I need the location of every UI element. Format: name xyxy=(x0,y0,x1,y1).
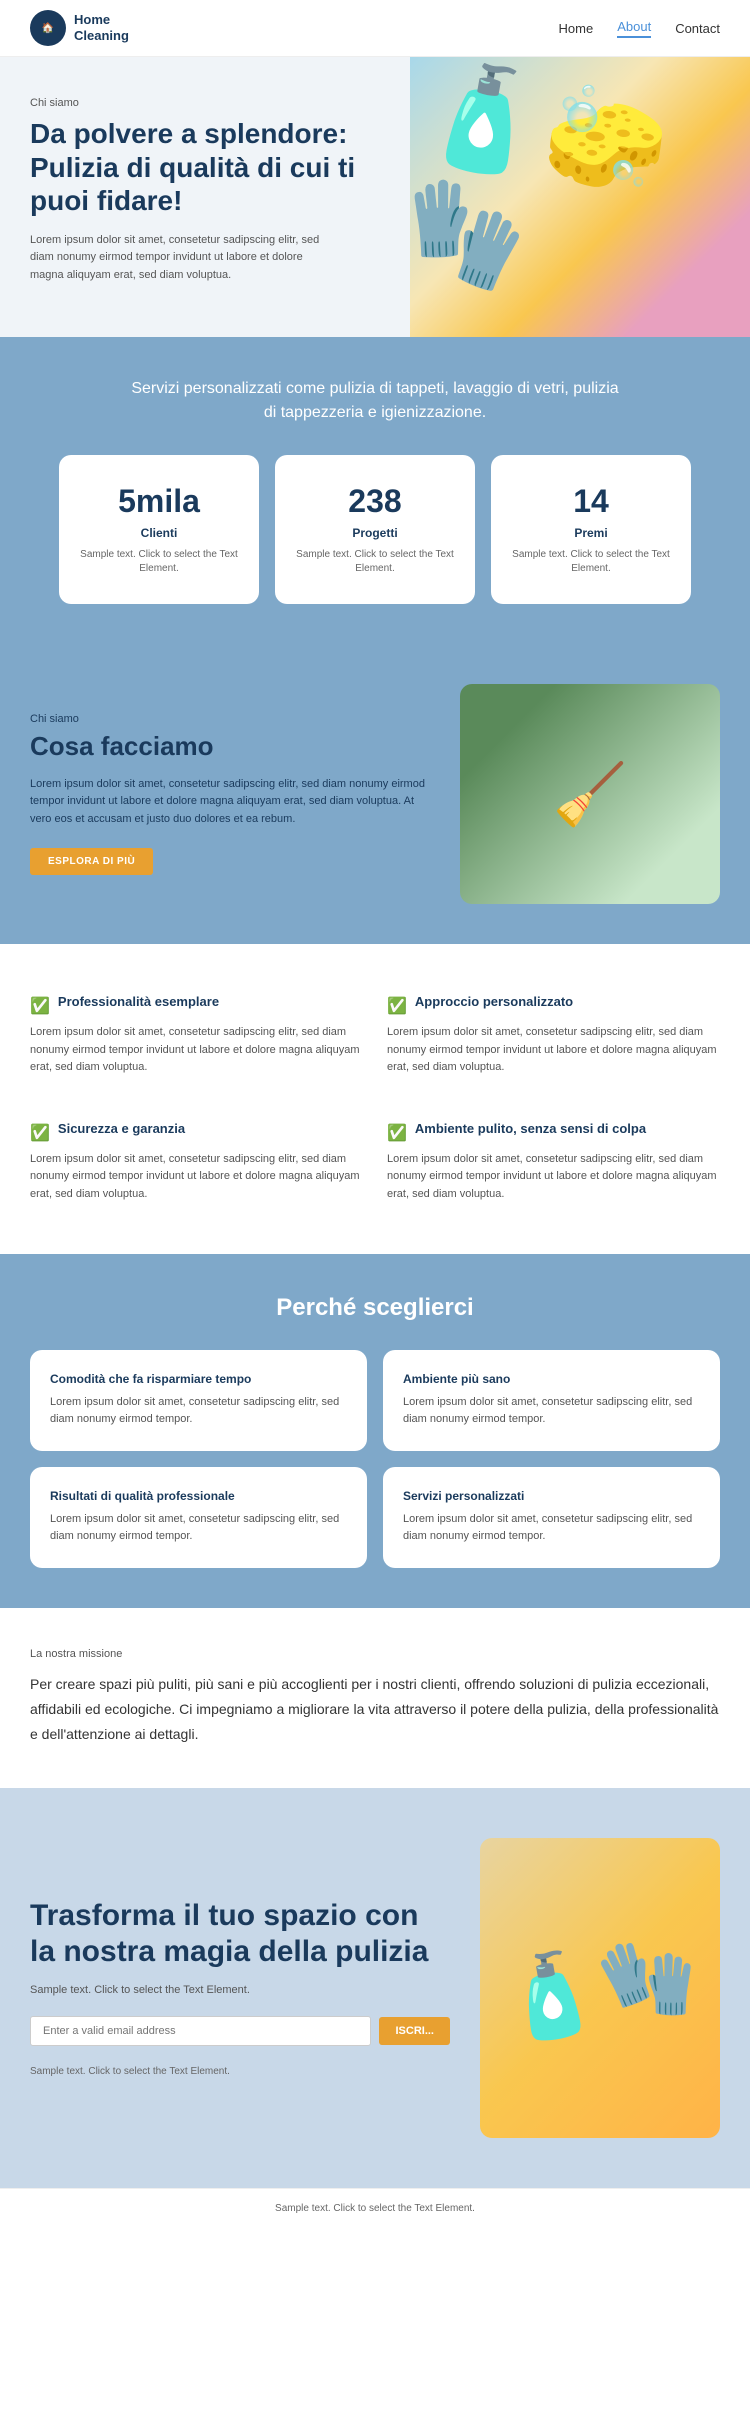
why-card-title-0: Comodità che fa risparmiare tempo xyxy=(50,1372,347,1386)
stat-card-clienti: 5mila Clienti Sample text. Click to sele… xyxy=(59,455,259,604)
logo-initials: 🏠 xyxy=(42,23,54,34)
feature-item-3: ✅ Ambiente pulito, senza sensi di colpa … xyxy=(387,1111,720,1214)
feature-desc-2: Lorem ipsum dolor sit amet, consetetur s… xyxy=(30,1151,363,1204)
check-icon-3: ✅ xyxy=(387,1123,407,1143)
mission-section: La nostra missione Per creare spazi più … xyxy=(0,1608,750,1788)
why-grid: Comodità che fa risparmiare tempo Lorem … xyxy=(30,1350,720,1568)
stat-desc-clienti: Sample text. Click to select the Text El… xyxy=(79,548,239,576)
cta-form: ISCRI... xyxy=(30,2016,450,2046)
why-card-desc-2: Lorem ipsum dolor sit amet, consetetur s… xyxy=(50,1511,347,1546)
stat-number-clienti: 5mila xyxy=(79,483,239,520)
check-icon-0: ✅ xyxy=(30,996,50,1016)
why-card-1: Ambiente più sano Lorem ipsum dolor sit … xyxy=(383,1350,720,1451)
stat-desc-premi: Sample text. Click to select the Text El… xyxy=(511,548,671,576)
hero-chi-siamo: Chi siamo xyxy=(30,97,380,109)
cta-footer-text: Sample text. Click to select the Text El… xyxy=(30,2066,450,2077)
why-section: Perché sceglierci Comodità che fa rispar… xyxy=(0,1254,750,1608)
feature-title-3: Ambiente pulito, senza sensi di colpa xyxy=(415,1121,646,1138)
cta-section: Trasforma il tuo spazio con la nostra ma… xyxy=(0,1788,750,2188)
stat-label-progetti: Progetti xyxy=(295,526,455,540)
why-card-desc-1: Lorem ipsum dolor sit amet, consetetur s… xyxy=(403,1394,700,1429)
cta-desc: Sample text. Click to select the Text El… xyxy=(30,1984,450,1996)
feature-header-3: ✅ Ambiente pulito, senza sensi di colpa xyxy=(387,1121,720,1143)
hero-description: Lorem ipsum dolor sit amet, consetetur s… xyxy=(30,232,330,285)
cta-image: 🧴🧤 xyxy=(480,1838,720,2138)
mission-text: Per creare spazi più puliti, più sani e … xyxy=(30,1672,720,1748)
feature-title-2: Sicurezza e garanzia xyxy=(58,1121,185,1138)
mission-label: La nostra missione xyxy=(30,1648,720,1660)
what-we-do-section: Chi siamo Cosa facciamo Lorem ipsum dolo… xyxy=(0,644,750,944)
stats-cards: 5mila Clienti Sample text. Click to sele… xyxy=(30,455,720,604)
stat-card-progetti: 238 Progetti Sample text. Click to selec… xyxy=(275,455,475,604)
feature-header-0: ✅ Professionalità esemplare xyxy=(30,994,363,1016)
feature-desc-1: Lorem ipsum dolor sit amet, consetetur s… xyxy=(387,1024,720,1077)
hero-section: Chi siamo Da polvere a splendore: Pulizi… xyxy=(0,57,750,337)
feature-header-2: ✅ Sicurezza e garanzia xyxy=(30,1121,363,1143)
why-card-title-2: Risultati di qualità professionale xyxy=(50,1489,347,1503)
cta-subscribe-button[interactable]: ISCRI... xyxy=(379,2017,450,2045)
why-card-0: Comodità che fa risparmiare tempo Lorem … xyxy=(30,1350,367,1451)
explore-button[interactable]: ESPLORA DI PIÙ xyxy=(30,848,153,875)
hero-content: Chi siamo Da polvere a splendore: Pulizi… xyxy=(0,57,410,337)
hero-image-placeholder: 🧴🧽🧤 xyxy=(410,57,750,337)
check-icon-2: ✅ xyxy=(30,1123,50,1143)
features-section: ✅ Professionalità esemplare Lorem ipsum … xyxy=(0,944,750,1254)
what-content: Chi siamo Cosa facciamo Lorem ipsum dolo… xyxy=(30,713,430,876)
stat-card-premi: 14 Premi Sample text. Click to select th… xyxy=(491,455,691,604)
why-card-title-1: Ambiente più sano xyxy=(403,1372,700,1386)
stats-subtitle: Servizi personalizzati come pulizia di t… xyxy=(125,377,625,425)
stat-label-clienti: Clienti xyxy=(79,526,239,540)
why-title: Perché sceglierci xyxy=(30,1294,720,1322)
logo-icon: 🏠 xyxy=(30,10,66,46)
why-card-2: Risultati di qualità professionale Lorem… xyxy=(30,1467,367,1568)
footer-text: Sample text. Click to select the Text El… xyxy=(30,2203,720,2214)
why-card-desc-0: Lorem ipsum dolor sit amet, consetetur s… xyxy=(50,1394,347,1429)
why-card-desc-3: Lorem ipsum dolor sit amet, consetetur s… xyxy=(403,1511,700,1546)
check-icon-1: ✅ xyxy=(387,996,407,1016)
stat-label-premi: Premi xyxy=(511,526,671,540)
feature-title-1: Approccio personalizzato xyxy=(415,994,573,1011)
nav-link-contact[interactable]: Contact xyxy=(675,21,720,36)
nav-link-about[interactable]: About xyxy=(617,19,651,38)
stat-number-premi: 14 xyxy=(511,483,671,520)
nav-link-home[interactable]: Home xyxy=(559,21,594,36)
feature-item-1: ✅ Approccio personalizzato Lorem ipsum d… xyxy=(387,984,720,1087)
cta-content: Trasforma il tuo spazio con la nostra ma… xyxy=(30,1898,450,2077)
what-chi-label: Chi siamo xyxy=(30,713,430,725)
why-card-title-3: Servizi personalizzati xyxy=(403,1489,700,1503)
what-image: 🧹 xyxy=(460,684,720,904)
logo-text: Home Cleaning xyxy=(74,12,129,43)
feature-header-1: ✅ Approccio personalizzato xyxy=(387,994,720,1016)
what-title: Cosa facciamo xyxy=(30,731,430,762)
feature-title-0: Professionalità esemplare xyxy=(58,994,219,1011)
nav-links: Home About Contact xyxy=(559,19,720,38)
stats-section: Servizi personalizzati come pulizia di t… xyxy=(0,337,750,644)
hero-title: Da polvere a splendore: Pulizia di quali… xyxy=(30,117,380,218)
features-grid: ✅ Professionalità esemplare Lorem ipsum … xyxy=(30,984,720,1214)
feature-desc-0: Lorem ipsum dolor sit amet, consetetur s… xyxy=(30,1024,363,1077)
feature-item-0: ✅ Professionalità esemplare Lorem ipsum … xyxy=(30,984,363,1087)
navbar: 🏠 Home Cleaning Home About Contact xyxy=(0,0,750,57)
why-card-3: Servizi personalizzati Lorem ipsum dolor… xyxy=(383,1467,720,1568)
footer: Sample text. Click to select the Text El… xyxy=(0,2188,750,2228)
feature-item-2: ✅ Sicurezza e garanzia Lorem ipsum dolor… xyxy=(30,1111,363,1214)
logo: 🏠 Home Cleaning xyxy=(30,10,129,46)
feature-desc-3: Lorem ipsum dolor sit amet, consetetur s… xyxy=(387,1151,720,1204)
cta-email-input[interactable] xyxy=(30,2016,371,2046)
what-description: Lorem ipsum dolor sit amet, consetetur s… xyxy=(30,776,430,829)
cta-title: Trasforma il tuo spazio con la nostra ma… xyxy=(30,1898,450,1970)
stat-number-progetti: 238 xyxy=(295,483,455,520)
hero-image: 🧴🧽🧤 xyxy=(410,57,750,337)
stat-desc-progetti: Sample text. Click to select the Text El… xyxy=(295,548,455,576)
